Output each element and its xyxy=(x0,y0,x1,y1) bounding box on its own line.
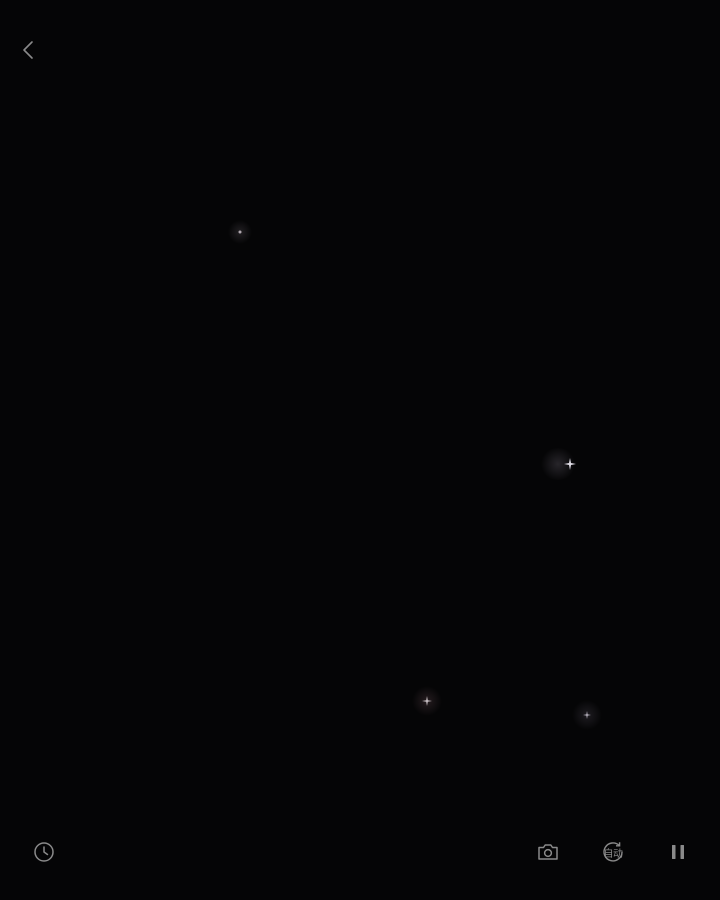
back-button[interactable] xyxy=(12,34,44,66)
screenshot-button[interactable] xyxy=(530,834,566,870)
sparkle-icon xyxy=(583,711,591,719)
pause-button[interactable] xyxy=(660,834,696,870)
clock-icon xyxy=(34,842,54,862)
star[interactable] xyxy=(572,700,602,730)
history-button[interactable] xyxy=(26,834,62,870)
star[interactable] xyxy=(412,686,442,716)
star[interactable] xyxy=(540,448,576,480)
chevron-left-icon xyxy=(23,41,33,59)
pause-icon xyxy=(672,845,684,859)
star[interactable] xyxy=(228,220,252,244)
auto-rotate-button[interactable]: 自动 xyxy=(595,834,631,870)
sparkle-icon xyxy=(422,696,432,706)
auto-label: 自动 xyxy=(603,848,624,860)
sky-view-screen[interactable]: 自动 xyxy=(0,0,720,900)
camera-icon xyxy=(538,844,558,860)
sparkle-icon xyxy=(564,458,576,470)
